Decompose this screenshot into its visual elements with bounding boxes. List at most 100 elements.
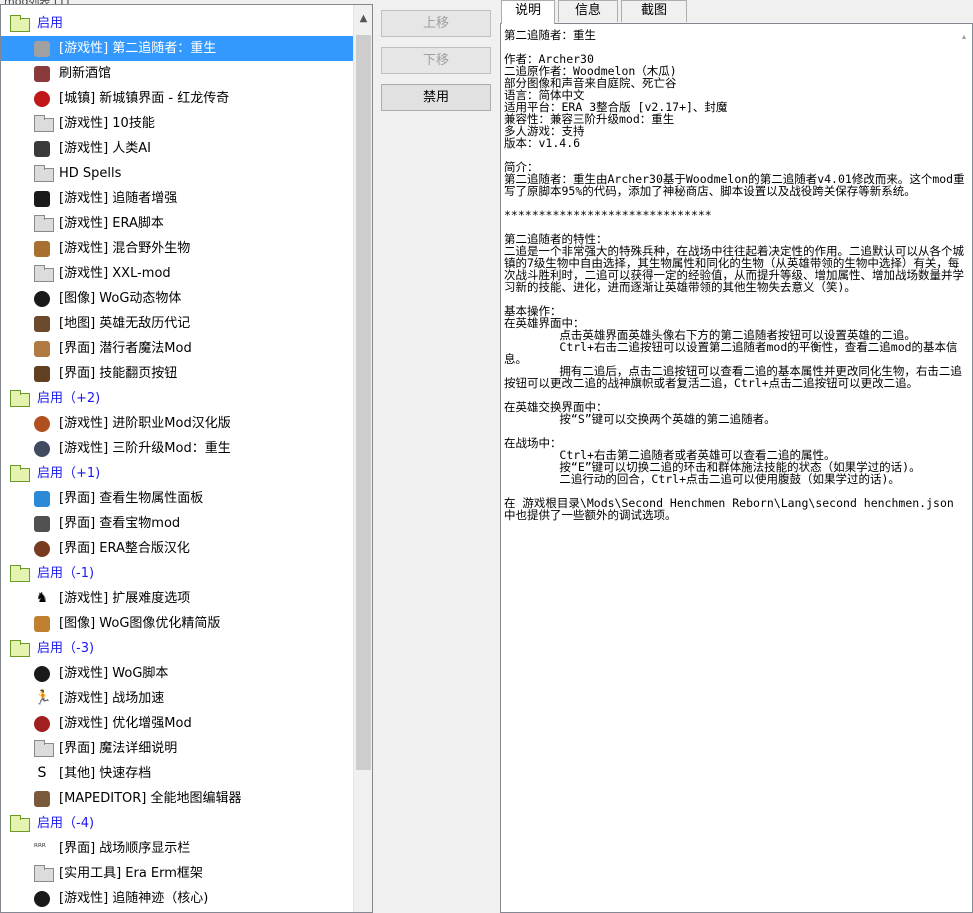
folder-icon	[34, 740, 54, 757]
mod-list[interactable]: 启用 [游戏性] 第二追随者：重生刷新酒馆 [城镇] 新城镇界面 - 红龙传奇 [游戏…	[0, 4, 373, 913]
mod-list-item[interactable]: 刷新酒馆	[1, 61, 353, 86]
follower-icon	[34, 191, 50, 207]
scroll-indicator-icon: ▴	[962, 32, 967, 41]
move-down-button[interactable]: 下移	[381, 47, 491, 74]
mod-list-item[interactable]: [界面] 查看生物属性面板	[1, 486, 353, 511]
mod-group-row[interactable]: 启用（-1)	[1, 561, 353, 586]
mod-list-item[interactable]: [游戏性] 进阶职业Mod汉化版	[1, 411, 353, 436]
runner-icon: 🏃	[34, 690, 52, 706]
mod-list-item[interactable]: [游戏性] 10技能	[1, 111, 353, 136]
mod-list-item[interactable]: [游戏性] 追随神迹（核心)	[1, 886, 353, 911]
folder-open-icon	[10, 815, 30, 832]
mod-list-item[interactable]: [MAPEDITOR] 全能地图编辑器	[1, 786, 353, 811]
tab-screenshot[interactable]: 截图	[621, 0, 687, 22]
mod-item-label: [界面] 战场顺序显示栏	[59, 841, 191, 856]
folder-icon	[34, 165, 54, 182]
mod-list-item[interactable]: [游戏性] 第二追随者：重生	[1, 36, 353, 61]
mod-item-label: [游戏性] 人类AI	[59, 141, 152, 156]
mod-list-item[interactable]: [游戏性] 人类AI	[1, 136, 353, 161]
mod-item-label: [游戏性] 战场加速	[59, 691, 165, 706]
mod-list-item[interactable]: S [其他] 快速存档	[1, 761, 353, 786]
mod-list-item[interactable]: [地图] 英雄无敌历代记	[1, 311, 353, 336]
mod-group-row[interactable]: 启用（+1)	[1, 461, 353, 486]
disable-button[interactable]: 禁用	[381, 84, 491, 111]
mod-list-item[interactable]: [界面] 查看宝物mod	[1, 511, 353, 536]
quicksave-icon: S	[37, 765, 47, 781]
mod-list-scrollbar[interactable]: ▲	[353, 5, 372, 912]
chronicles-icon	[34, 316, 50, 332]
mod-item-label: [游戏性] 扩展难度选项	[59, 591, 191, 606]
mod-item-label: [游戏性] 三阶升级Mod：重生	[59, 441, 231, 456]
mod-item-label: [实用工具] Era Erm框架	[59, 866, 203, 881]
skill-page-icon	[34, 366, 50, 382]
scrollbar-thumb[interactable]	[356, 35, 371, 770]
person-icon	[34, 41, 50, 57]
mod-list-item[interactable]: [实用工具] Era Erm框架	[1, 861, 353, 886]
mod-list-item[interactable]: [游戏性] 优化增强Mod	[1, 711, 353, 736]
mod-list-item[interactable]: [游戏性] ERA脚本	[1, 211, 353, 236]
mod-item-label: [界面] 技能翻页按钮	[59, 366, 178, 381]
mod-group-row[interactable]: 启用	[1, 11, 353, 36]
mod-group-label: 启用（+1)	[37, 466, 101, 481]
mod-group-row[interactable]: 启用（-3)	[1, 636, 353, 661]
mod-item-label: [界面] 潜行者魔法Mod	[59, 341, 192, 356]
mod-list-item[interactable]: HD Spells	[1, 161, 353, 186]
difficulty-icon: ♞	[35, 590, 49, 606]
mod-item-label: [城镇] 新城镇界面 - 红龙传奇	[59, 91, 230, 106]
class-icon	[34, 416, 50, 432]
mod-list-item[interactable]: [游戏性] 混合野外生物	[1, 236, 353, 261]
mod-list-item[interactable]: [图像] WoG图像优化精简版	[1, 611, 353, 636]
mod-list-item[interactable]: [界面] 魔法详细说明	[1, 736, 353, 761]
folder-icon	[34, 215, 54, 232]
scroll-up-arrow-icon[interactable]: ▲	[354, 5, 372, 33]
ai-icon	[34, 141, 50, 157]
creature-icon	[34, 241, 50, 257]
mod-group-row[interactable]: 启用（+2)	[1, 386, 353, 411]
enhance-icon	[34, 716, 50, 732]
order-icon: ᴿᴿᴿ	[34, 843, 46, 853]
mod-group-label: 启用（-1)	[37, 566, 95, 581]
dragon-icon	[34, 91, 50, 107]
mod-item-label: [界面] 查看生物属性面板	[59, 491, 204, 506]
mod-list-item[interactable]: ᴿᴿᴿ [界面] 战场顺序显示栏	[1, 836, 353, 861]
artifact-icon	[34, 516, 50, 532]
mod-item-label: [游戏性] 混合野外生物	[59, 241, 191, 256]
mod-item-label: [游戏性] WoG脚本	[59, 666, 169, 681]
mod-item-label: [界面] ERA整合版汉化	[59, 541, 190, 556]
mod-item-label: [游戏性] 追随神迹（核心)	[59, 891, 209, 906]
mod-item-label: [地图] 英雄无敌历代记	[59, 316, 191, 331]
wog-image-icon	[34, 616, 50, 632]
move-up-button[interactable]: 上移	[381, 10, 491, 37]
mod-list-item[interactable]: [游戏性] XXL-mod	[1, 261, 353, 286]
wog-script-icon	[34, 666, 50, 682]
mod-list-item[interactable]: [界面] ERA整合版汉化	[1, 536, 353, 561]
folder-open-icon	[10, 640, 30, 657]
mod-list-item[interactable]: [城镇] 新城镇界面 - 红龙传奇	[1, 86, 353, 111]
mod-group-label: 启用（-3)	[37, 641, 95, 656]
mod-item-label: [界面] 查看宝物mod	[59, 516, 181, 531]
mod-list-item[interactable]: [游戏性] WoG脚本	[1, 661, 353, 686]
folder-icon	[34, 265, 54, 282]
mod-list-item[interactable]: 🏃 [游戏性] 战场加速	[1, 686, 353, 711]
tab-description[interactable]: 说明	[501, 0, 555, 24]
mod-item-label: [游戏性] XXL-mod	[59, 266, 171, 281]
mod-list-item[interactable]: [图像] WoG动态物体	[1, 286, 353, 311]
mod-group-row[interactable]: 启用（-4)	[1, 811, 353, 836]
folder-open-icon	[10, 15, 30, 32]
mod-item-label: [游戏性] 追随者增强	[59, 191, 178, 206]
mod-description-text: 第二追随者：重生 作者：Archer30 二追原作者：Woodmelon（木瓜)…	[504, 28, 965, 522]
upgrade-icon	[34, 441, 50, 457]
mod-list-item[interactable]: [游戏性] 追随者增强	[1, 186, 353, 211]
mod-list-item[interactable]: ♞ [游戏性] 扩展难度选项	[1, 586, 353, 611]
mod-list-item[interactable]: [游戏性] 三阶升级Mod：重生	[1, 436, 353, 461]
folder-icon	[34, 115, 54, 132]
description-pane[interactable]: 第二追随者：重生 作者：Archer30 二追原作者：Woodmelon（木瓜)…	[500, 23, 973, 913]
map-editor-icon	[34, 791, 50, 807]
mod-list-item[interactable]: [界面] 潜行者魔法Mod	[1, 336, 353, 361]
mod-item-label: [游戏性] 第二追随者：重生	[59, 41, 217, 56]
mod-list-item[interactable]: [界面] 技能翻页按钮	[1, 361, 353, 386]
folder-open-icon	[10, 465, 30, 482]
mod-group-label: 启用（-4)	[37, 816, 95, 831]
tab-info[interactable]: 信息	[558, 0, 618, 22]
folder-open-icon	[10, 565, 30, 582]
